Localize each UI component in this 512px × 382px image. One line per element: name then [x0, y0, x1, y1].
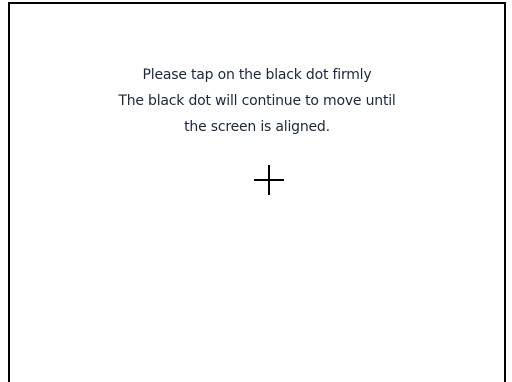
instruction-line-3: the screen is aligned. [184, 119, 330, 135]
calibration-instructions: Please tap on the black dot firmly The b… [10, 62, 504, 140]
crosshair-icon[interactable] [254, 165, 284, 195]
instruction-line-2: The black dot will continue to move unti… [118, 93, 396, 109]
crosshair-vertical-line [268, 165, 270, 195]
instruction-line-1: Please tap on the black dot firmly [142, 67, 372, 83]
